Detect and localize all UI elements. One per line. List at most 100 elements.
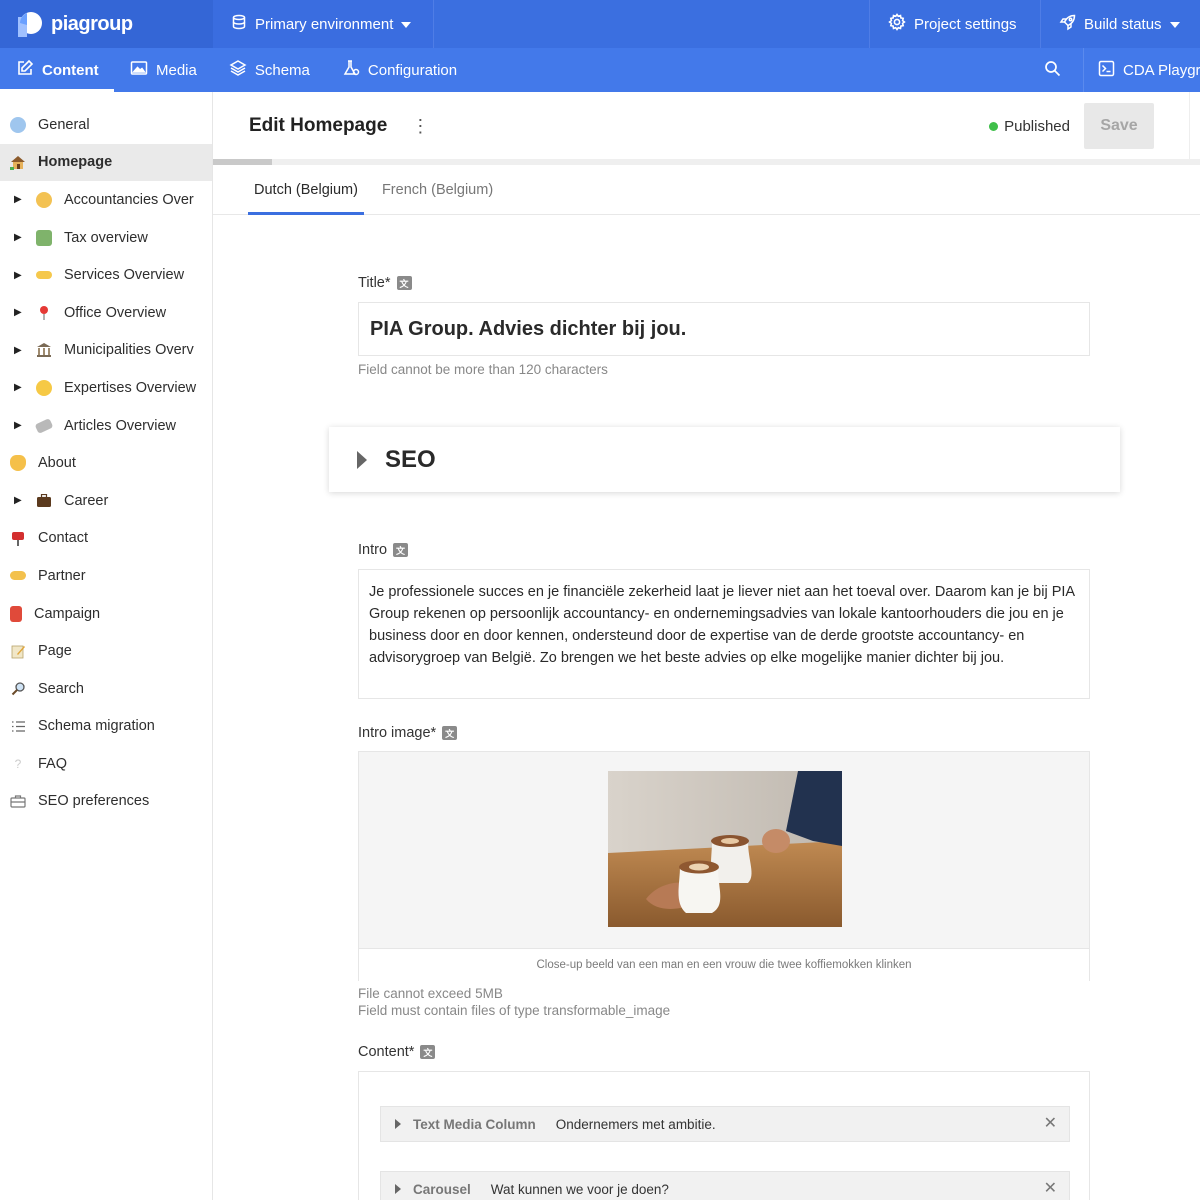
image-icon xyxy=(130,60,148,80)
tab-configuration-label: Configuration xyxy=(367,61,458,79)
building-icon xyxy=(36,342,52,358)
sidebar-item-label: Page xyxy=(38,643,72,660)
sidebar-item-schema-migration[interactable]: Schema migration xyxy=(0,708,212,746)
search-button[interactable] xyxy=(1032,48,1083,92)
caret-right-icon[interactable]: ▶ xyxy=(14,307,24,318)
sidebar-item-services-overview[interactable]: ▶ Services Overview xyxy=(0,256,212,294)
layers-icon xyxy=(229,59,247,81)
slice-value: Wat kunnen we voor je doen? xyxy=(490,1181,669,1197)
sidebar-item-general[interactable]: General xyxy=(0,106,212,144)
sidebar-item-page[interactable]: Page xyxy=(0,632,212,670)
translate-icon: 文 xyxy=(393,543,409,557)
seo-group-label: SEO xyxy=(385,445,436,473)
sidebar-item-label: SEO preferences xyxy=(38,793,150,810)
intro-image-field[interactable]: Close-up beeld van een man en een vrouw … xyxy=(358,751,1090,981)
sidebar-item-faq[interactable]: ? FAQ xyxy=(0,745,212,783)
terminal-icon xyxy=(1098,60,1115,81)
sidebar-item-search[interactable]: Search xyxy=(0,670,212,708)
mailbox-icon xyxy=(10,530,26,547)
intro-textarea[interactable]: Je professionele succes en je financiële… xyxy=(358,569,1090,699)
slice-row[interactable]: Text Media Column Ondernemers met ambiti… xyxy=(380,1106,1070,1142)
sidebar-item-tax-overview[interactable]: ▶ Tax overview xyxy=(0,219,212,257)
sidebar-item-label: About xyxy=(38,455,76,472)
close-icon[interactable]: ✕ xyxy=(1044,1181,1057,1197)
sidebar-item-about[interactable]: About xyxy=(0,444,212,482)
title-hint: Field cannot be more than 120 characters xyxy=(358,362,608,377)
sidebar-item-seo-preferences[interactable]: SEO preferences xyxy=(0,783,212,821)
tab-content-label: Content xyxy=(42,61,99,79)
locale-tabs: Dutch (Belgium) French (Belgium) xyxy=(213,165,1200,215)
sidebar-item-partner[interactable]: Partner xyxy=(0,557,212,595)
tab-configuration[interactable]: Configuration xyxy=(326,48,473,92)
sidebar-item-label: Schema migration xyxy=(38,718,155,735)
sidebar: General Homepage ▶ Accountancies Over ▶ … xyxy=(0,92,213,1200)
project-settings-button[interactable]: Project settings xyxy=(869,0,1040,48)
top-bar: piagroup Primary environment Project set… xyxy=(0,0,1200,48)
handshake-icon xyxy=(10,571,26,581)
tab-content[interactable]: Content xyxy=(0,48,114,92)
house-icon xyxy=(10,154,26,171)
caret-right-icon[interactable]: ▶ xyxy=(14,495,24,506)
globe-icon xyxy=(10,116,26,133)
newspaper-icon xyxy=(34,417,54,434)
caret-right-icon xyxy=(357,450,367,469)
sidebar-item-label: Tax overview xyxy=(64,229,148,246)
caret-down-icon xyxy=(1169,16,1180,33)
main-nav: Content Media Schema Configuration CDA P… xyxy=(0,48,1200,92)
intro-field-label: Intro 文 xyxy=(358,542,409,558)
sidebar-item-expertises[interactable]: ▶ Expertises Overview xyxy=(0,369,212,407)
memo-icon xyxy=(10,643,26,659)
caret-right-icon[interactable]: ▶ xyxy=(14,420,24,431)
sidebar-item-contact[interactable]: Contact xyxy=(0,520,212,558)
editor-form: Title* 文 PIA Group. Advies dichter bij j… xyxy=(213,215,1200,1200)
sidebar-item-campaign[interactable]: Campaign xyxy=(0,595,212,633)
logo[interactable]: piagroup xyxy=(0,0,213,48)
cda-playground-button[interactable]: CDA Playgro xyxy=(1083,48,1200,92)
close-icon[interactable]: ✕ xyxy=(1044,1116,1057,1132)
caret-right-icon[interactable]: ▶ xyxy=(14,232,24,243)
build-status-button[interactable]: Build status xyxy=(1040,0,1200,48)
tab-media[interactable]: Media xyxy=(114,48,213,92)
more-options-icon[interactable]: ⋮ xyxy=(411,117,429,135)
sidebar-item-articles[interactable]: ▶ Articles Overview xyxy=(0,407,212,445)
caret-right-icon[interactable]: ▶ xyxy=(14,345,24,356)
sidebar-item-career[interactable]: ▶ Career xyxy=(0,482,212,520)
sidebar-item-accountancies[interactable]: ▶ Accountancies Over xyxy=(0,181,212,219)
rocket-icon xyxy=(1059,14,1076,35)
intro-image-field-label: Intro image* 文 xyxy=(358,725,458,741)
slice-row[interactable]: Carousel Wat kunnen we voor je doen? ✕ xyxy=(380,1171,1070,1200)
translate-icon: 文 xyxy=(442,726,458,740)
sidebar-item-label: Homepage xyxy=(38,154,113,171)
content-label-text: Content* xyxy=(358,1044,415,1060)
sidebar-item-label: Career xyxy=(64,492,109,509)
sidebar-item-label: Municipalities Overv xyxy=(64,342,194,359)
caret-right-icon[interactable]: ▶ xyxy=(14,382,24,393)
sidebar-item-homepage[interactable]: Homepage xyxy=(0,143,212,182)
flask-icon xyxy=(342,59,360,81)
tab-schema-label: Schema xyxy=(254,61,310,79)
intro-image-thumbnail[interactable] xyxy=(608,771,842,927)
caret-right-icon[interactable]: ▶ xyxy=(14,270,24,281)
caret-right-icon xyxy=(395,1184,401,1194)
sidebar-item-municipalities[interactable]: ▶ Municipalities Overv xyxy=(0,332,212,370)
caret-right-icon[interactable]: ▶ xyxy=(14,194,24,205)
database-icon xyxy=(231,14,247,34)
tab-french-belgium[interactable]: French (Belgium) xyxy=(376,165,499,214)
title-input[interactable]: PIA Group. Advies dichter bij jou. xyxy=(358,302,1090,356)
environment-selector[interactable]: Primary environment xyxy=(213,0,434,48)
sidebar-item-label: Services Overview xyxy=(64,267,185,284)
page-title: Edit Homepage xyxy=(249,115,388,136)
sidebar-item-label: Search xyxy=(38,680,84,697)
content-field-label: Content* 文 xyxy=(358,1044,436,1060)
sidebar-item-office-overview[interactable]: ▶ Office Overview xyxy=(0,294,212,332)
seo-group-toggle[interactable]: SEO xyxy=(329,427,1120,492)
save-button[interactable]: Save xyxy=(1084,103,1154,149)
image-hint-size: File cannot exceed 5MB xyxy=(358,986,503,1001)
tab-schema[interactable]: Schema xyxy=(213,48,326,92)
title-label-text: Title* xyxy=(358,275,391,291)
sidebar-item-label: Contact xyxy=(38,530,88,547)
sidebar-item-label: General xyxy=(38,116,90,133)
sidebar-item-label: Expertises Overview xyxy=(64,379,197,396)
sidebar-item-label: Accountancies Over xyxy=(64,191,194,208)
tab-dutch-belgium[interactable]: Dutch (Belgium) xyxy=(248,165,364,215)
